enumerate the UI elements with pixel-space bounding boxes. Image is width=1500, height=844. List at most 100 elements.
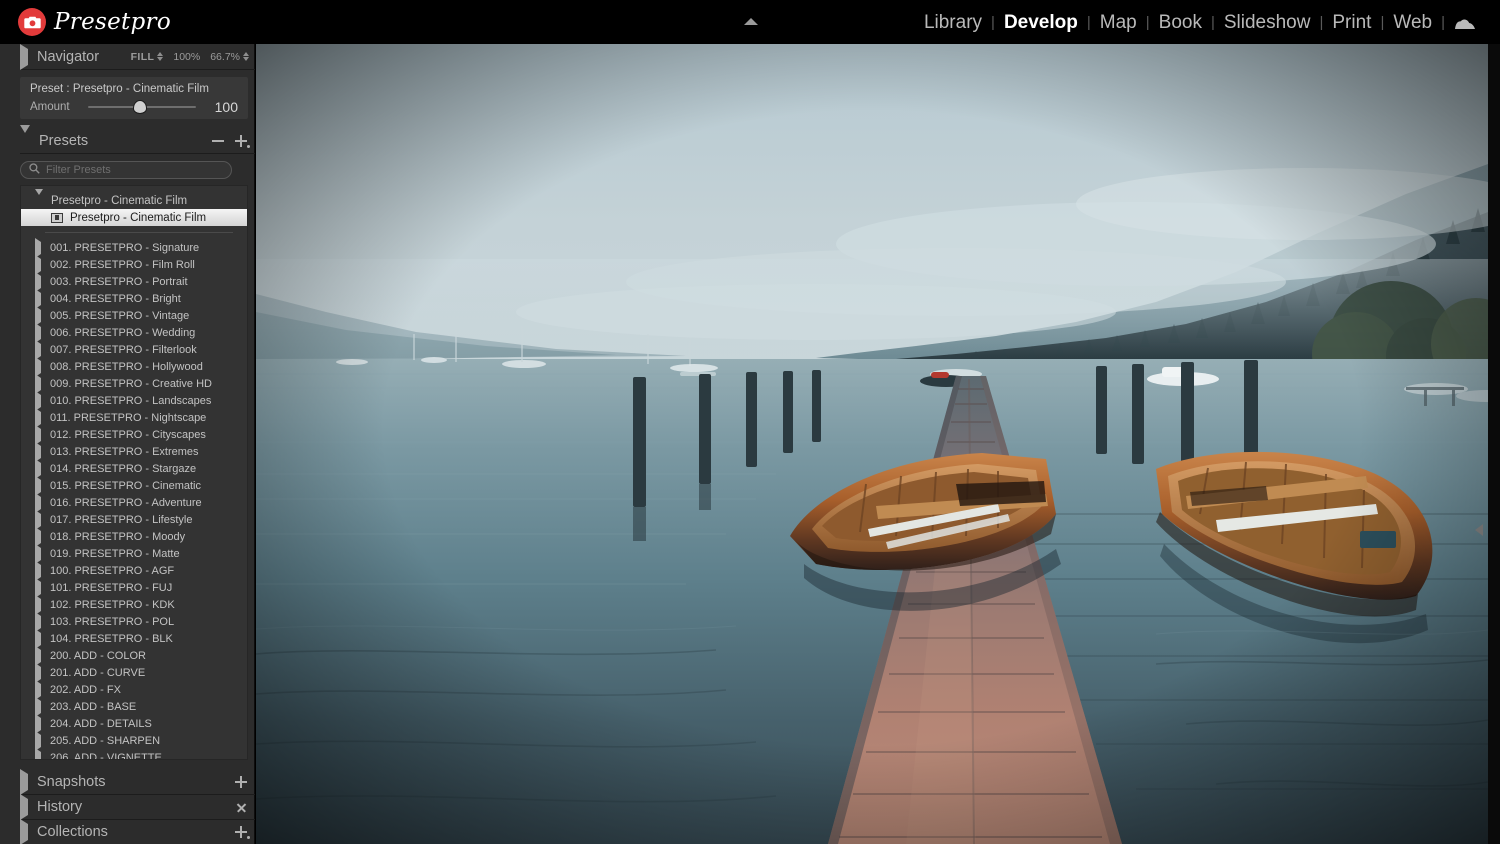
preset-list-item[interactable]: 005. PRESETPRO - Vintage — [21, 305, 247, 326]
presets-panel-header[interactable]: Presets — [20, 124, 255, 154]
preset-list-item[interactable]: 012. PRESETPRO - Cityscapes — [21, 424, 247, 445]
slider-handle[interactable] — [133, 101, 146, 113]
chevron-right-icon[interactable] — [35, 475, 41, 496]
clear-history-button[interactable] — [236, 802, 247, 813]
preset-list-item[interactable]: 003. PRESETPRO - Portrait — [21, 271, 247, 292]
amount-slider[interactable] — [88, 101, 196, 113]
add-snapshot-button[interactable] — [235, 776, 247, 788]
chevron-right-icon[interactable] — [35, 696, 41, 717]
preset-list-item[interactable]: 007. PRESETPRO - Filterlook — [21, 339, 247, 360]
chevron-right-icon[interactable] — [35, 407, 41, 428]
preset-list-item[interactable]: 204. ADD - DETAILS — [21, 713, 247, 734]
search-input[interactable] — [46, 164, 223, 176]
preset-list-item[interactable]: 015. PRESETPRO - Cinematic — [21, 475, 247, 496]
preset-search-box[interactable] — [20, 161, 232, 179]
cloud-icon[interactable] — [1445, 17, 1486, 30]
chevron-right-icon[interactable] — [35, 254, 41, 275]
chevron-right-icon[interactable] — [35, 577, 41, 598]
add-collection-button[interactable] — [235, 826, 250, 839]
top-panel-collapse-arrow[interactable] — [744, 1, 762, 25]
preset-list-item[interactable]: 200. ADD - COLOR — [21, 645, 247, 666]
module-library[interactable]: Library — [915, 12, 991, 34]
preset-list-item[interactable]: 206. ADD - VIGNETTE — [21, 747, 247, 759]
preset-list-item[interactable]: 103. PRESETPRO - POL — [21, 611, 247, 632]
right-panel-collapse-arrow[interactable] — [1472, 522, 1486, 538]
chevron-right-icon[interactable] — [35, 747, 41, 759]
preset-list-item[interactable]: 017. PRESETPRO - Lifestyle — [21, 509, 247, 530]
chevron-right-icon[interactable] — [35, 458, 41, 479]
remove-preset-button[interactable] — [212, 135, 224, 147]
chevron-right-icon[interactable] — [35, 424, 41, 445]
preset-list-item[interactable]: 016. PRESETPRO - Adventure — [21, 492, 247, 513]
preset-list-item[interactable]: 205. ADD - SHARPEN — [21, 730, 247, 751]
chevron-right-icon[interactable] — [35, 305, 41, 326]
preset-list-item[interactable]: 101. PRESETPRO - FUJ — [21, 577, 247, 598]
chevron-right-icon[interactable] — [35, 628, 41, 649]
chevron-right-icon[interactable] — [35, 356, 41, 377]
history-panel-header[interactable]: History — [20, 794, 255, 820]
chevron-right-icon[interactable] — [35, 237, 41, 258]
chevron-right-icon[interactable] — [35, 526, 41, 547]
disclosure-triangle-icon[interactable] — [20, 794, 28, 820]
chevron-right-icon[interactable] — [35, 560, 41, 581]
preset-list-item[interactable]: 104. PRESETPRO - BLK — [21, 628, 247, 649]
preset-list-item[interactable]: 009. PRESETPRO - Creative HD — [21, 373, 247, 394]
preset-list[interactable]: Presetpro - Cinematic Film Presetpro - C… — [20, 185, 248, 760]
chevron-right-icon[interactable] — [35, 390, 41, 411]
preset-list-item[interactable]: 203. ADD - BASE — [21, 696, 247, 717]
chevron-right-icon[interactable] — [35, 492, 41, 513]
preset-list-item[interactable]: 102. PRESETPRO - KDK — [21, 594, 247, 615]
disclosure-triangle-icon[interactable] — [20, 124, 30, 149]
module-book[interactable]: Book — [1150, 12, 1211, 34]
chevron-right-icon[interactable] — [35, 713, 41, 734]
module-develop[interactable]: Develop — [995, 12, 1087, 34]
image-preview-area[interactable] — [256, 44, 1488, 844]
preset-list-item[interactable]: 006. PRESETPRO - Wedding — [21, 322, 247, 343]
spinner-arrows-icon[interactable] — [243, 52, 249, 61]
amount-value[interactable]: 100 — [204, 99, 238, 115]
preset-list-item[interactable]: 013. PRESETPRO - Extremes — [21, 441, 247, 462]
preset-list-item[interactable]: 008. PRESETPRO - Hollywood — [21, 356, 247, 377]
chevron-right-icon[interactable] — [35, 509, 41, 530]
module-map[interactable]: Map — [1091, 12, 1146, 34]
module-print[interactable]: Print — [1323, 12, 1380, 34]
chevron-right-icon[interactable] — [35, 679, 41, 700]
navigator-zoom-custom[interactable]: 66.7% — [210, 51, 249, 63]
chevron-right-icon[interactable] — [35, 339, 41, 360]
preset-list-item[interactable]: 001. PRESETPRO - Signature — [21, 237, 247, 258]
navigator-panel-header[interactable]: Navigator FILL 100% 66.7% — [20, 43, 255, 70]
chevron-right-icon[interactable] — [35, 322, 41, 343]
preset-group-header[interactable]: Presetpro - Cinematic Film — [21, 188, 247, 209]
navigator-zoom-100[interactable]: 100% — [173, 51, 200, 63]
chevron-right-icon[interactable] — [35, 373, 41, 394]
preset-list-item[interactable]: 201. ADD - CURVE — [21, 662, 247, 683]
chevron-right-icon[interactable] — [35, 441, 41, 462]
disclosure-triangle-icon[interactable] — [20, 769, 28, 795]
spinner-arrows-icon[interactable] — [157, 52, 164, 61]
chevron-right-icon[interactable] — [35, 662, 41, 683]
navigator-fit-mode[interactable]: FILL — [131, 51, 164, 63]
preset-list-item[interactable]: 202. ADD - FX — [21, 679, 247, 700]
chevron-right-icon[interactable] — [35, 271, 41, 292]
chevron-down-icon[interactable] — [35, 188, 43, 207]
chevron-right-icon[interactable] — [35, 730, 41, 751]
preset-list-item[interactable]: 004. PRESETPRO - Bright — [21, 288, 247, 309]
chevron-right-icon[interactable] — [35, 543, 41, 564]
chevron-right-icon[interactable] — [35, 645, 41, 666]
snapshots-panel-header[interactable]: Snapshots — [20, 769, 255, 795]
chevron-right-icon[interactable] — [35, 288, 41, 309]
preset-list-item[interactable]: 014. PRESETPRO - Stargaze — [21, 458, 247, 479]
preset-list-item[interactable]: 010. PRESETPRO - Landscapes — [21, 390, 247, 411]
preset-list-item[interactable]: 100. PRESETPRO - AGF — [21, 560, 247, 581]
preset-list-item[interactable]: 011. PRESETPRO - Nightscape — [21, 407, 247, 428]
brand-logo[interactable]: Presetpro — [18, 8, 171, 36]
preset-list-item[interactable]: 002. PRESETPRO - Film Roll — [21, 254, 247, 275]
preset-list-item[interactable]: 019. PRESETPRO - Matte — [21, 543, 247, 564]
module-web[interactable]: Web — [1384, 12, 1441, 34]
preset-item-selected[interactable]: Presetpro - Cinematic Film — [21, 209, 247, 226]
chevron-right-icon[interactable] — [35, 611, 41, 632]
module-slideshow[interactable]: Slideshow — [1215, 12, 1320, 34]
add-preset-button[interactable] — [235, 134, 250, 148]
collections-panel-header[interactable]: Collections — [20, 819, 255, 844]
chevron-right-icon[interactable] — [35, 594, 41, 615]
